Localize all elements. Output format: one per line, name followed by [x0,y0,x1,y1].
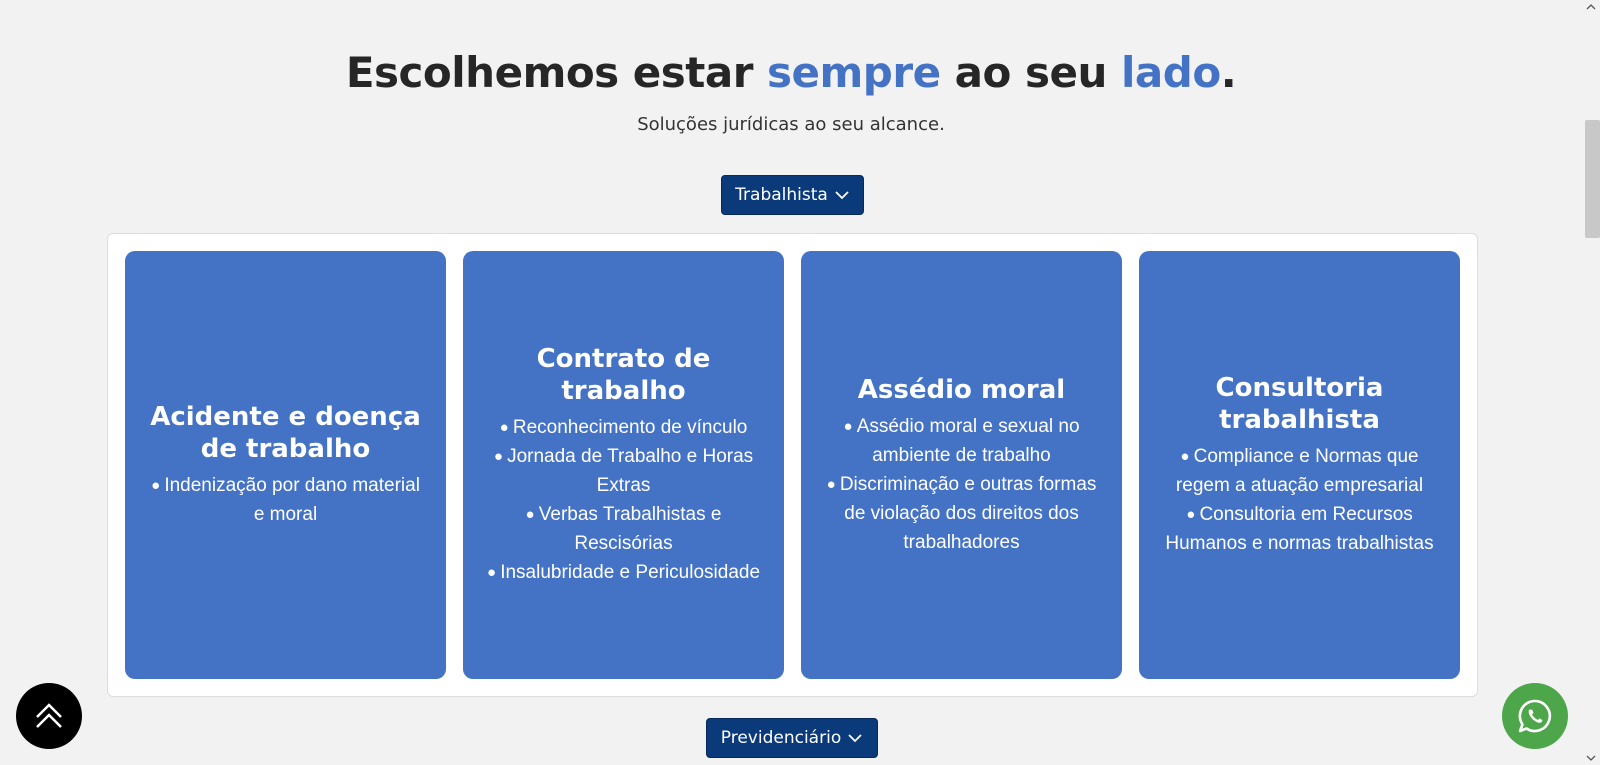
previdenciario-dropdown-button[interactable]: Previdenciário [706,718,878,758]
scrollbar-thumb[interactable] [1585,120,1600,238]
card-title: Assédio moral [857,374,1066,405]
card-list-item: Discriminação e outras formas de violaçã… [823,470,1100,557]
trabalhista-dropdown-button[interactable]: Trabalhista [721,175,864,215]
services-panel: Acidente e doença de trabalho Indenizaçã… [107,233,1478,697]
headline-part-1: Escolhemos estar [345,48,768,97]
scroll-down-arrow-icon[interactable] [1586,754,1596,762]
card-list: Assédio moral e sexual no ambiente de tr… [823,412,1100,557]
headline-accent-1: sempre [767,48,941,97]
whatsapp-icon [1518,699,1552,733]
card-list-item: Compliance e Normas que regem a atuação … [1161,442,1438,500]
service-card-assedio[interactable]: Assédio moral Assédio moral e sexual no … [801,251,1122,679]
card-title: Consultoria trabalhista [1215,373,1384,435]
double-chevron-up-icon [36,703,62,728]
card-list-item: Verbas Trabalhistas e Rescisórias [485,500,762,558]
page-scrollbar[interactable] [1582,0,1600,765]
service-card-acidente[interactable]: Acidente e doença de trabalho Indenizaçã… [125,251,446,679]
card-title: Contrato de trabalho [536,344,711,406]
chevron-down-icon [848,734,862,743]
card-list: Compliance e Normas que regem a atuação … [1161,442,1438,558]
service-card-contrato[interactable]: Contrato de trabalho Reconhecimento de v… [463,251,784,679]
scroll-to-top-button[interactable] [16,683,82,749]
trabalhista-dropdown-label: Trabalhista [735,185,828,205]
card-title: Acidente e doença de trabalho [150,402,421,464]
card-list-item: Insalubridade e Periculosidade [485,558,762,587]
page-headline: Escolhemos estar sempre ao seu lado. [0,48,1582,97]
service-card-consultoria[interactable]: Consultoria trabalhista Compliance e Nor… [1139,251,1460,679]
card-list-item: Consultoria em Recursos Humanos e normas… [1161,500,1438,558]
card-list: Reconhecimento de vínculo Jornada de Tra… [485,413,762,587]
previdenciario-dropdown-label: Previdenciário [720,728,842,748]
page-subtitle: Soluções jurídicas ao seu alcance. [637,114,945,135]
card-list-item: Indenização por dano material e moral [147,471,424,529]
card-list-item: Reconhecimento de vínculo [485,413,762,442]
headline-accent-2: lado [1121,48,1221,97]
scroll-up-arrow-icon[interactable] [1586,3,1596,11]
card-list: Indenização por dano material e moral [147,471,424,529]
card-list-item: Assédio moral e sexual no ambiente de tr… [823,412,1100,470]
headline-part-2: ao seu [940,48,1122,97]
chevron-down-icon [835,191,849,200]
headline-part-3: . [1220,48,1237,97]
card-list-item: Jornada de Trabalho e Horas Extras [485,442,762,500]
whatsapp-button[interactable] [1502,683,1568,749]
